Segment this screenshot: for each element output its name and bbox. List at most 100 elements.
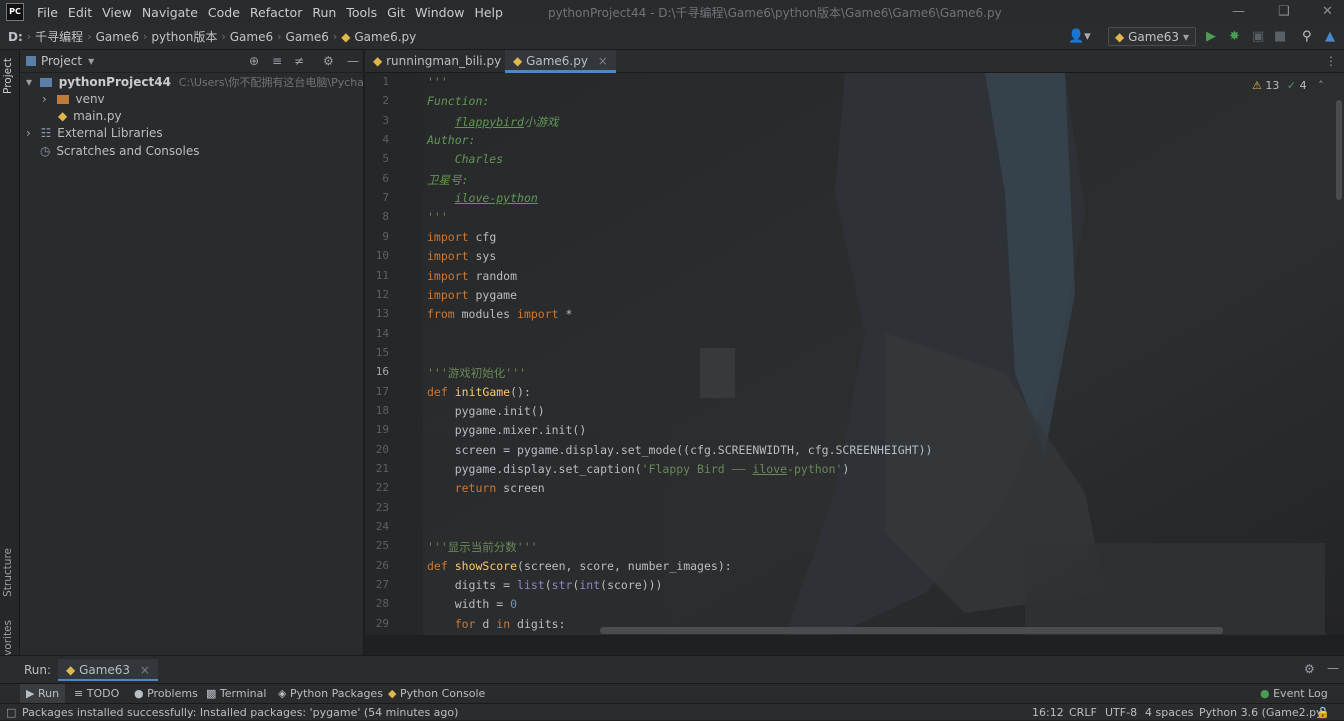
event-log-button[interactable]: ● Event Log	[1260, 684, 1328, 704]
caret-position[interactable]: 16:12	[1032, 704, 1064, 721]
gear-icon[interactable]: ⚙	[1304, 662, 1315, 676]
ide-updates-icon[interactable]: ▲	[1325, 29, 1335, 44]
chevron-down-icon[interactable]: ▾	[26, 75, 32, 89]
breadcrumb-folder[interactable]: 千寻编程	[31, 28, 87, 45]
debug-icon[interactable]: ✸	[1229, 29, 1240, 44]
maximize-icon[interactable]: ❑	[1278, 4, 1290, 19]
line-number: 27	[375, 578, 389, 592]
menu-git[interactable]: Git	[382, 5, 410, 20]
line-separator[interactable]: CRLF	[1069, 704, 1097, 721]
folder-icon	[56, 95, 69, 104]
breadcrumb-file[interactable]: ◆ Game6.py	[337, 30, 420, 44]
indent-setting[interactable]: 4 spaces	[1145, 704, 1194, 721]
close-tab-icon[interactable]: ×	[598, 54, 608, 68]
breadcrumb-drive[interactable]: D:	[0, 30, 27, 44]
tool-tab-python-packages[interactable]: ◈ Python Packages	[278, 684, 383, 704]
line-number: 25	[375, 539, 389, 553]
expand-all-icon[interactable]: ≡	[272, 54, 282, 68]
line-number: 16	[375, 365, 389, 379]
code-line: import sys	[427, 249, 497, 264]
tool-tab-terminal[interactable]: ▩ Terminal	[206, 684, 266, 704]
minimize-icon[interactable]: —	[1232, 4, 1245, 19]
tree-item-venv[interactable]: › venv	[20, 91, 364, 108]
gear-icon[interactable]: ⚙	[323, 54, 334, 68]
run-config-label: Game63	[1128, 30, 1180, 44]
tool-tab-run[interactable]: ▶ Run	[20, 684, 66, 704]
menu-code[interactable]: Code	[203, 5, 245, 20]
tree-item-scratches[interactable]: ◷ Scratches and Consoles	[20, 143, 364, 160]
inspection-widget[interactable]: ⚠ 13 ✓ 4 ˄	[1252, 79, 1324, 92]
code-line: width = 0	[427, 597, 518, 612]
vertical-scrollbar[interactable]	[1336, 100, 1342, 200]
event-log-icon: ●	[1260, 687, 1270, 700]
menu-window[interactable]: Window	[410, 5, 469, 20]
breadcrumb-folder[interactable]: Game6	[282, 30, 333, 44]
hide-panel-icon[interactable]: —	[1327, 661, 1339, 675]
menu-tools[interactable]: Tools	[341, 5, 382, 20]
breadcrumb-folder[interactable]: Game6	[226, 30, 277, 44]
python-interpreter[interactable]: Python 3.6 (Game2.py)	[1199, 704, 1327, 721]
breadcrumb-folder[interactable]: python版本	[147, 28, 221, 45]
menu-navigate[interactable]: Navigate	[137, 5, 203, 20]
menu-edit[interactable]: Edit	[63, 5, 97, 20]
menu-run[interactable]: Run	[307, 5, 341, 20]
horizontal-scrollbar[interactable]	[600, 627, 1223, 634]
tool-tab-todo[interactable]: ≡ TODO	[74, 684, 119, 704]
line-number: 9	[382, 229, 389, 243]
locate-icon[interactable]: ⊕	[249, 54, 259, 68]
lock-icon[interactable]: 🔒	[1316, 704, 1330, 721]
python-file-icon: ◆	[1115, 30, 1125, 44]
file-encoding[interactable]: UTF-8	[1105, 704, 1137, 721]
close-tab-icon[interactable]: ×	[140, 663, 150, 677]
more-tabs-icon[interactable]: ⋮	[1325, 54, 1337, 68]
run-config-tab-label: Game63	[79, 663, 131, 677]
project-tool-tab[interactable]: Project	[2, 58, 14, 94]
tool-tab-problems[interactable]: ● Problems	[134, 684, 198, 704]
menu-view[interactable]: View	[97, 5, 137, 20]
editor-tabs: ◆ runningman_bili.py × ◆ Game6.py × ⋮	[365, 50, 1344, 73]
menu-help[interactable]: Help	[469, 5, 508, 20]
status-toggle-icon[interactable]: □	[6, 704, 16, 721]
line-number: 19	[375, 423, 389, 437]
code-line: Author:	[427, 133, 476, 148]
chevron-right-icon[interactable]: ›	[26, 126, 31, 140]
line-number: 15	[375, 345, 389, 359]
run-config-select[interactable]: ◆ Game63 ▾	[1108, 27, 1196, 46]
stop-icon[interactable]: ■	[1274, 29, 1286, 44]
chevron-down-icon[interactable]: ▾	[88, 54, 94, 68]
code-line: screen = pygame.display.set_mode((cfg.SC…	[427, 442, 933, 457]
tree-item-main[interactable]: ◆ main.py	[20, 108, 364, 125]
coverage-icon[interactable]: ▣	[1252, 29, 1264, 44]
tab-game6[interactable]: ◆ Game6.py ×	[505, 50, 616, 73]
tree-root[interactable]: ▾ pythonProject44 C:\Users\你不配拥有这台电脑\Pyc…	[20, 74, 406, 91]
user-icon[interactable]: 👤▾	[1068, 29, 1091, 44]
python-console-icon: ◆	[388, 687, 397, 700]
search-icon[interactable]: ⚲	[1302, 29, 1312, 44]
breadcrumb-folder[interactable]: Game6	[92, 30, 143, 44]
tool-tab-python-console[interactable]: ◆ Python Console	[388, 684, 485, 704]
breadcrumb-file-label: Game6.py	[354, 29, 417, 44]
code-line: def initGame():	[427, 384, 531, 399]
python-file-icon: ◆	[373, 54, 383, 68]
structure-tool-tab[interactable]: Structure	[2, 548, 14, 597]
line-number: 12	[375, 287, 389, 301]
code-line: '''游戏初始化'''	[427, 366, 527, 381]
chevron-up-icon[interactable]: ˄	[1318, 79, 1324, 92]
menu-refactor[interactable]: Refactor	[245, 5, 307, 20]
tool-tab-label: Python Packages	[289, 687, 383, 700]
tree-item-external-libraries[interactable]: › ☷ External Libraries	[20, 125, 364, 142]
project-view-title[interactable]: Project	[41, 54, 82, 68]
run-icon[interactable]: ▶	[1206, 29, 1216, 44]
collapse-all-icon[interactable]: ≠	[294, 54, 304, 68]
close-icon[interactable]: ✕	[1322, 4, 1333, 19]
hide-panel-icon[interactable]: —	[347, 54, 359, 68]
run-config-tab[interactable]: ◆ Game63 ×	[58, 659, 158, 681]
code-line: Charles	[427, 152, 504, 167]
line-number: 13	[375, 307, 389, 321]
code-editor[interactable]: ''' Function: flappybird小游戏 Author: Charle…	[423, 73, 1333, 635]
chevron-right-icon[interactable]: ›	[42, 92, 47, 106]
line-number: 5	[382, 152, 389, 166]
menu-file[interactable]: File	[32, 5, 63, 20]
status-message[interactable]: Packages installed successfully: Install…	[22, 704, 458, 721]
code-line: flappybird小游戏	[454, 114, 559, 129]
